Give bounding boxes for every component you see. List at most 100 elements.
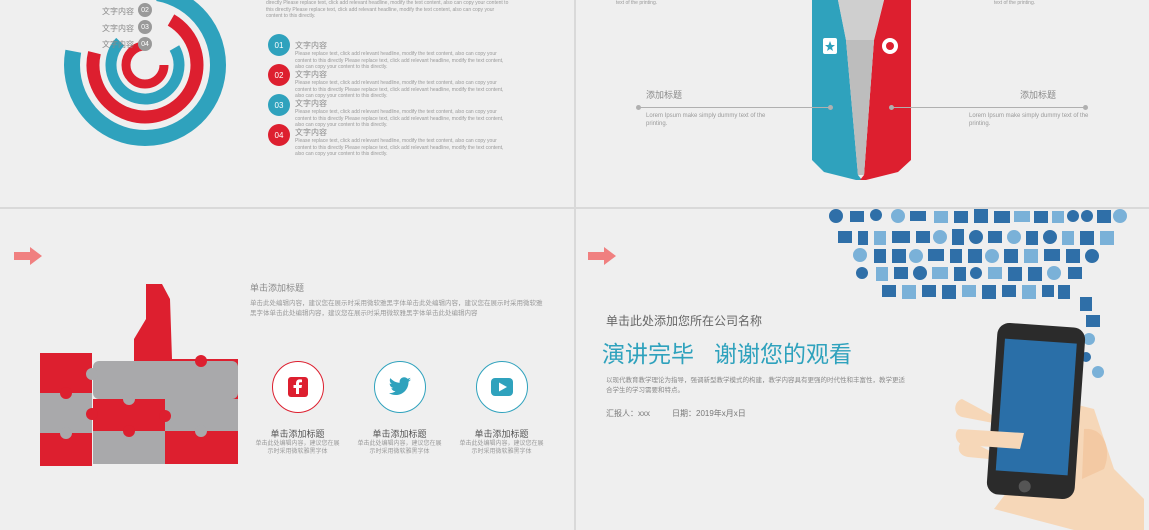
item-title-1: 文字内容: [295, 41, 327, 50]
item-num-4: 04: [268, 124, 290, 146]
film-icon: [994, 211, 1010, 223]
butterfly-icon: [853, 248, 867, 262]
arrow-right-icon: [14, 247, 42, 265]
item-num-3: 03: [268, 94, 290, 116]
mail-icon: [1004, 249, 1018, 263]
ring-label-2: 文字内容: [102, 24, 134, 33]
hat-icon: [954, 267, 966, 281]
screen-icon: [934, 211, 948, 223]
hand-phone-illustration: [955, 322, 1144, 530]
card-icon: [1014, 211, 1030, 222]
left-connector: [638, 107, 831, 108]
arrow-right-icon: [588, 247, 616, 265]
tools-icon: [1062, 231, 1074, 245]
ring-label-3: 文字内容: [102, 40, 134, 49]
report-date: 日期：2019年x月x日: [672, 409, 746, 418]
twitter-button[interactable]: [374, 361, 426, 413]
item-title-4: 文字内容: [295, 128, 327, 137]
section-heading: 单击添加标题: [250, 283, 305, 293]
camera-icon-2: [1068, 267, 1082, 279]
puzzle-thumbs-up: [40, 284, 238, 466]
speaker-icon: [892, 249, 906, 263]
envelope-icon: [988, 267, 1002, 279]
image-icon: [1034, 211, 1048, 223]
slide-grid: 文字内容 文字内容 文字内容 02 03 04 directly Please …: [0, 0, 1149, 530]
monitor-icon: [988, 231, 1002, 243]
top-paragraph: directly Please replace text, click add …: [266, 0, 509, 19]
social-title-1: 单击添加标题: [270, 429, 325, 439]
ring-badge-4: 04: [138, 37, 152, 51]
clip-icon: [874, 231, 886, 245]
car-icon: [910, 211, 926, 221]
phone-icon: [950, 249, 962, 263]
slide-tie[interactable]: text of the printing. text of the printi…: [576, 0, 1149, 207]
cloud-icon: [870, 209, 882, 221]
facebook-button[interactable]: [272, 361, 324, 413]
chat-icon: [1043, 230, 1057, 244]
shoe-icon: [882, 285, 896, 297]
boat-icon: [1044, 249, 1060, 261]
social-desc-3: 单击此处编辑内容，建议您在展示时采用微软雅黑字体: [459, 441, 544, 455]
camera-icon: [916, 231, 930, 243]
item-desc-1: Please replace text, click add relevant …: [295, 51, 504, 70]
youtube-button[interactable]: [476, 361, 528, 413]
twitter-icon: [388, 377, 411, 395]
closing-title-part1: 演讲完毕: [602, 341, 694, 367]
slide-rings[interactable]: 文字内容 文字内容 文字内容 02 03 04 directly Please …: [0, 0, 574, 207]
download-icon: [974, 209, 988, 223]
bottle-icon: [858, 231, 868, 245]
cart-icon: [1042, 285, 1054, 297]
gear-icon: [1067, 210, 1079, 222]
reporter: 汇报人：xxx: [606, 409, 650, 418]
clock-icon: [829, 209, 843, 223]
closing-title: 演讲完毕 谢谢您的观看: [602, 335, 852, 369]
speed-icon: [891, 209, 905, 223]
right-title: 添加标题: [1020, 90, 1057, 100]
youtube-icon: [491, 378, 513, 396]
item-desc-2: Please replace text, click add relevant …: [295, 80, 504, 99]
pin-icon: [970, 267, 982, 279]
social-title-2: 单击添加标题: [372, 429, 427, 439]
layout-icon: [1052, 211, 1064, 223]
plane-icon: [1085, 249, 1099, 263]
item-title-3: 文字内容: [295, 99, 327, 108]
top-right-text: text of the printing.: [994, 0, 1036, 6]
world-icon: [856, 267, 868, 279]
cup-icon: [876, 267, 888, 281]
item-desc-3: Please replace text, click add relevant …: [295, 109, 504, 128]
bulb-icon: [1058, 285, 1070, 299]
section-paragraph: 单击此处编辑内容，建议您在展示时采用微软雅黑字体单击此处编辑内容，建议您在展示时…: [250, 300, 543, 317]
tree-icon: [968, 249, 982, 263]
bucket-icon: [1080, 231, 1094, 245]
umbrella-icon: [1113, 209, 1127, 223]
social-desc-2: 单击此处编辑内容，建议您在展示时采用微软雅黑字体: [357, 441, 442, 455]
ring-badge-3: 03: [138, 20, 152, 34]
bowl-icon: [928, 249, 944, 261]
video-icon: [1002, 285, 1016, 297]
slide-thumbs-up[interactable]: 单击添加标题 单击此处编辑内容，建议您在展示时采用微软雅黑字体单击此处编辑内容，…: [0, 209, 574, 530]
truck-icon: [932, 267, 948, 279]
left-title: 添加标题: [646, 90, 683, 100]
gear-icon-2: [1081, 210, 1093, 222]
left-desc: Lorem Ipsum make simply dummy text of th…: [646, 113, 766, 127]
slide-thanks[interactable]: 单击此处添加您所在公司名称 演讲完毕 谢谢您的观看 以现代教育教学理论为指导，强调…: [576, 209, 1149, 530]
right-connector: [891, 107, 1086, 108]
clubs-icon: [1047, 266, 1061, 280]
anchor-icon: [985, 249, 999, 263]
ring-badge-2: 02: [138, 3, 152, 17]
book-icon: [1097, 210, 1111, 223]
bike-icon: [892, 231, 910, 243]
social-title-3: 单击添加标题: [474, 429, 529, 439]
runner-icon: [942, 285, 956, 299]
plant-icon: [909, 249, 923, 263]
tie-graphic: [812, 0, 911, 180]
facebook-icon: [288, 377, 308, 397]
tv-icon: [954, 211, 968, 223]
item-num-1: 01: [268, 34, 290, 56]
snowflake-icon: [969, 230, 983, 244]
item-desc-4: Please replace text, click add relevant …: [295, 138, 504, 157]
power-icon: [1008, 267, 1022, 281]
company-name: 单击此处添加您所在公司名称: [606, 314, 763, 328]
shopping-icon: [1026, 231, 1038, 245]
cloud-sun-icon: [1100, 231, 1114, 245]
